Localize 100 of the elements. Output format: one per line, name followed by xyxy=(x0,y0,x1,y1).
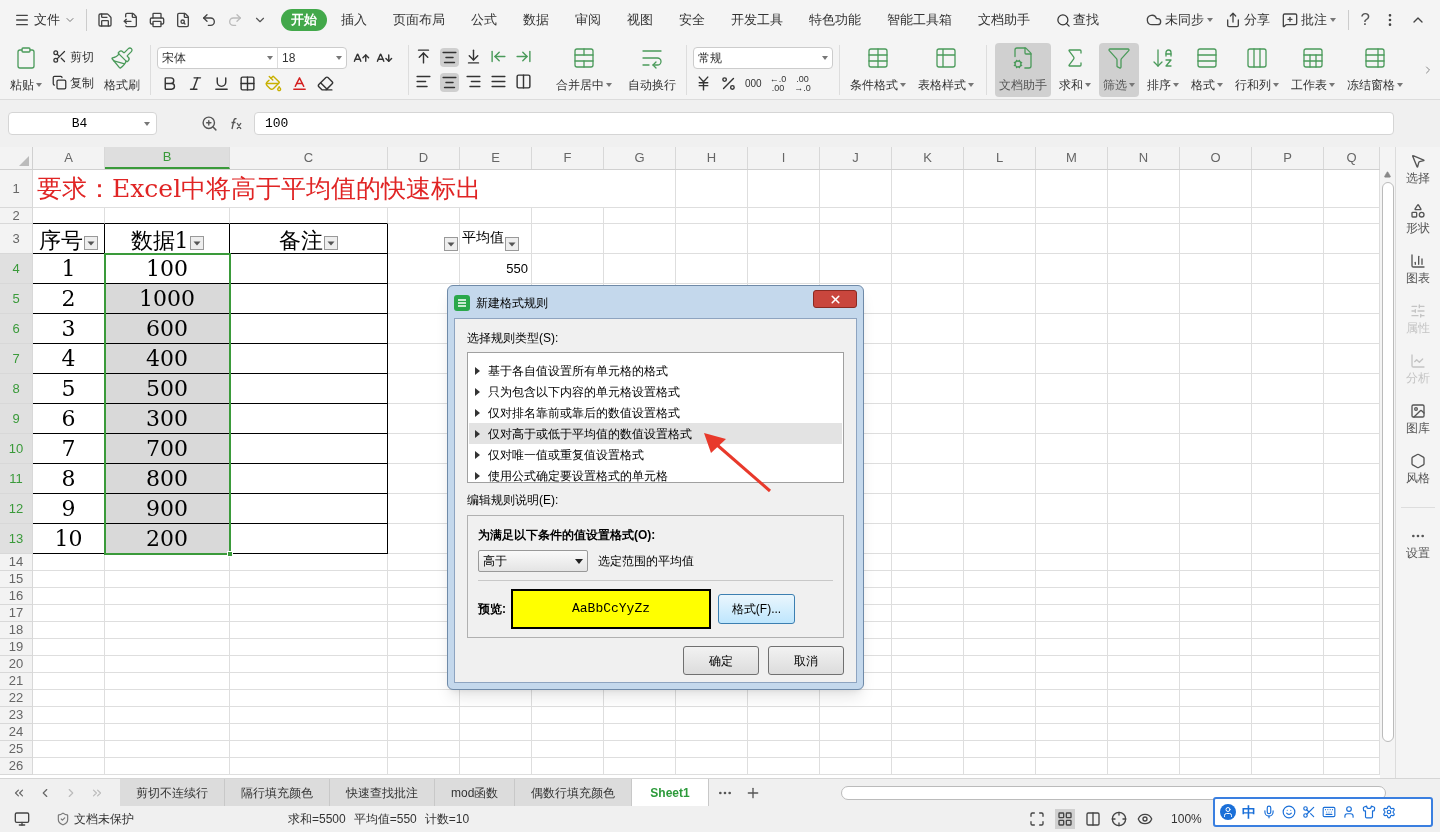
rule-type-item[interactable]: 仅对排名靠前或靠后的数值设置格式 xyxy=(469,402,842,423)
format-painter-button[interactable]: 格式刷 xyxy=(100,42,144,97)
search-button[interactable]: 查找 xyxy=(1044,10,1111,30)
voice-icon[interactable] xyxy=(1262,805,1276,819)
fill-handle[interactable] xyxy=(227,551,233,557)
sync-button[interactable]: 未同步 xyxy=(1145,10,1213,30)
zoom-icon[interactable] xyxy=(201,115,218,132)
align-center-icon[interactable] xyxy=(440,72,459,92)
ok-button[interactable]: 确定 xyxy=(683,646,759,675)
row-header[interactable]: 22 xyxy=(0,690,33,707)
rule-type-item[interactable]: 仅对唯一值或重复值设置格式 xyxy=(469,444,842,465)
row-header[interactable]: 24 xyxy=(0,724,33,741)
sheet-tab[interactable]: 隔行填充颜色 xyxy=(225,779,330,806)
column-header[interactable]: N xyxy=(1108,147,1180,169)
format-button[interactable]: 格式(F)... xyxy=(718,594,795,624)
sheet-tab[interactable]: 偶数行填充颜色 xyxy=(515,779,633,806)
percent-icon[interactable] xyxy=(720,75,737,92)
ribbon-tool-button[interactable]: 排序 xyxy=(1143,42,1183,97)
column-header[interactable]: G xyxy=(604,147,676,169)
close-button[interactable] xyxy=(813,290,857,308)
ribbon-tab[interactable]: 公式 xyxy=(459,9,509,31)
thousands-button[interactable]: 000 xyxy=(745,76,762,91)
row-header[interactable]: 1 xyxy=(0,170,33,208)
wrap-text-button[interactable]: 自动换行 xyxy=(624,42,680,97)
export-icon[interactable] xyxy=(123,12,139,28)
fx-icon[interactable] xyxy=(228,117,244,130)
name-box[interactable]: B4 xyxy=(8,112,157,135)
side-panel-button[interactable]: 图表 xyxy=(1406,253,1430,287)
column-header[interactable]: H xyxy=(676,147,748,169)
reading-mode-icon[interactable] xyxy=(1111,811,1128,827)
print-icon[interactable] xyxy=(149,12,165,28)
screen-icon[interactable] xyxy=(14,811,30,827)
align-top-icon[interactable] xyxy=(415,47,432,65)
fullscreen-icon[interactable] xyxy=(1029,811,1046,827)
settings-icon[interactable] xyxy=(1382,805,1396,819)
help-button[interactable]: ? xyxy=(1360,7,1370,33)
ribbon-tool-button[interactable]: 行和列 xyxy=(1231,42,1283,97)
keyboard-icon[interactable] xyxy=(1322,805,1336,819)
page-view-icon[interactable] xyxy=(1085,811,1102,827)
row-header[interactable]: 20 xyxy=(0,656,33,673)
row-header[interactable]: 17 xyxy=(0,605,33,622)
cancel-button[interactable]: 取消 xyxy=(768,646,844,675)
row-header[interactable]: 14 xyxy=(0,554,33,571)
align-bottom-icon[interactable] xyxy=(465,47,482,65)
ribbon-tool-button[interactable]: 条件格式 xyxy=(846,42,910,97)
filter-dropdown-icon[interactable] xyxy=(189,236,204,250)
decrease-decimal-button[interactable]: .00 →.0 xyxy=(794,74,811,93)
horizontal-scrollbar[interactable] xyxy=(840,785,1386,800)
ribbon-tool-button[interactable]: 文档助手 xyxy=(995,42,1051,97)
ribbon-tab[interactable]: 审阅 xyxy=(563,9,613,31)
formula-field[interactable]: 100 xyxy=(254,112,1394,135)
undo-icon[interactable] xyxy=(201,12,217,28)
ribbon-tab[interactable]: 插入 xyxy=(329,9,379,31)
sheet-tab[interactable]: 剪切不连续行 xyxy=(120,779,225,806)
ribbon-tab[interactable]: 智能工具箱 xyxy=(875,9,964,31)
comparison-select[interactable]: 高于 xyxy=(478,550,588,572)
rule-type-item[interactable]: 只为包含以下内容的单元格设置格式 xyxy=(469,381,842,402)
ribbon-tab[interactable]: 页面布局 xyxy=(381,9,457,31)
row-header[interactable]: 2 xyxy=(0,208,33,224)
row-header[interactable]: 26 xyxy=(0,758,33,775)
row-header[interactable]: 3 xyxy=(0,224,33,254)
increase-decimal-button[interactable]: ←.0 .00 xyxy=(769,74,787,93)
column-header[interactable]: D xyxy=(388,147,460,169)
side-panel-button[interactable]: 风格 xyxy=(1406,453,1430,487)
filter-dropdown-icon[interactable] xyxy=(444,237,458,251)
row-header[interactable]: 19 xyxy=(0,639,33,656)
eye-icon[interactable] xyxy=(1137,811,1154,827)
shirt-icon[interactable] xyxy=(1362,805,1376,819)
column-header[interactable]: F xyxy=(532,147,604,169)
filter-dropdown-icon[interactable] xyxy=(84,236,98,250)
number-format-select[interactable]: 常规 xyxy=(693,46,833,69)
copy-button[interactable]: 复制 xyxy=(52,73,94,92)
row-header[interactable]: 21 xyxy=(0,673,33,690)
ribbon-tool-button[interactable]: 冻结窗格 xyxy=(1343,42,1407,97)
ribbon-tab[interactable]: 数据 xyxy=(511,9,561,31)
side-panel-button[interactable]: 图库 xyxy=(1406,403,1430,437)
row-header[interactable]: 25 xyxy=(0,741,33,758)
sheet-tab[interactable]: Sheet1 xyxy=(632,779,709,806)
column-header[interactable]: O xyxy=(1180,147,1252,169)
column-header[interactable]: P xyxy=(1252,147,1324,169)
column-header[interactable]: I xyxy=(748,147,820,169)
align-middle-icon[interactable] xyxy=(440,47,459,67)
eraser-icon[interactable] xyxy=(317,75,334,92)
column-header[interactable]: K xyxy=(892,147,964,169)
italic-icon[interactable] xyxy=(187,75,204,92)
filter-dropdown-icon[interactable] xyxy=(505,237,519,251)
comment-button[interactable]: 批注 xyxy=(1281,10,1336,30)
column-header[interactable]: L xyxy=(964,147,1036,169)
scroll-up-icon[interactable] xyxy=(1384,171,1391,178)
row-header[interactable]: 18 xyxy=(0,622,33,639)
file-menu[interactable]: 文件 xyxy=(14,10,76,30)
side-panel-button[interactable]: 形状 xyxy=(1406,203,1430,237)
user-icon[interactable] xyxy=(1220,804,1236,820)
ribbon-tab[interactable]: 特色功能 xyxy=(797,9,873,31)
underline-icon[interactable] xyxy=(213,75,230,92)
row-header[interactable]: 23 xyxy=(0,707,33,724)
column-header[interactable]: M xyxy=(1036,147,1108,169)
ribbon-tab[interactable]: 视图 xyxy=(615,9,665,31)
share-button[interactable]: 分享 xyxy=(1224,10,1270,30)
row-header[interactable]: 15 xyxy=(0,571,33,588)
